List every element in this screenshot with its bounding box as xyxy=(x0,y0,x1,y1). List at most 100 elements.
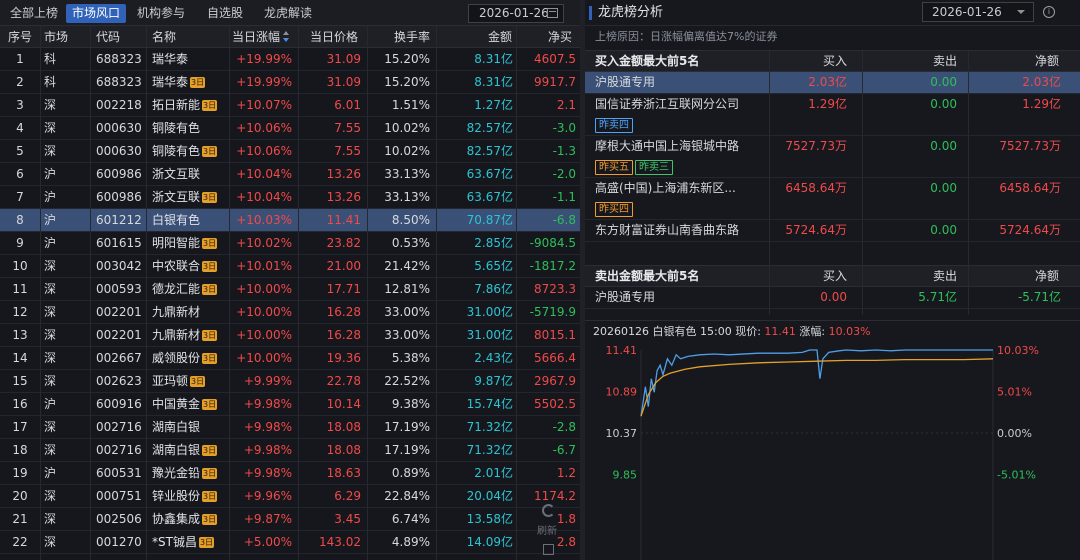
broker-row[interactable]: 高盛(中国)上海浦东新区... 6458.64万 0.00 6458.64万 昨买四 xyxy=(585,178,1080,220)
row-market: 深 xyxy=(44,121,57,135)
three-day-badge: 3日 xyxy=(202,468,218,479)
row-change: +10.07% xyxy=(236,98,292,112)
table-row[interactable]: 20 深 000751 锌业股份 3日 +9.96% 6.29 22.84% 20.04亿 117… xyxy=(0,485,580,508)
table-row[interactable]: 21 深 002506 协鑫集成 3日 +9.87% 3.45 6.74% 13.58亿 1.8 xyxy=(0,508,580,531)
col-header-price[interactable]: 当日价格 xyxy=(310,26,358,48)
row-code: 600986 xyxy=(96,167,142,181)
table-row[interactable]: 7 沪 600986 浙文互联 3日 +10.04% 13.26 33.13% 63.67亿 -1… xyxy=(0,186,580,209)
table-row[interactable]: 14 深 002667 威领股份 3日 +10.00% 19.36 5.38% 2.43亿 566… xyxy=(0,347,580,370)
table-row[interactable]: 2 科 688323 瑞华泰 3日 +19.99% 31.09 15.20% 8.31亿 9917… xyxy=(0,71,580,94)
chart-header: 20260126 白银有色 15:00 现价: 11.41 涨幅: 10.03% xyxy=(585,320,1080,342)
date-picker[interactable]: 2026-01-26 xyxy=(468,4,564,23)
row-price: 13.26 xyxy=(326,167,361,181)
intraday-chart[interactable]: 11.41 10.03% 10.89 5.01% 10.37 0.00% 9.85 -5.01… xyxy=(585,342,1080,560)
table-row[interactable]: 6 沪 600986 浙文互联 +10.04% 13.26 33.13% 63.67亿 -2.0 xyxy=(0,163,580,186)
row-turnover: 33.00% xyxy=(384,305,430,319)
table-row[interactable]: 12 深 002201 九鼎新材 +10.00% 16.28 33.00% 31.00亿 -57… xyxy=(0,301,580,324)
row-change: +10.06% xyxy=(236,121,292,135)
col-header-index[interactable]: 序号 xyxy=(0,26,40,48)
refresh-button[interactable]: 刷新 xyxy=(534,504,564,560)
col-header-net[interactable]: 净买 xyxy=(548,26,572,48)
broker-row[interactable]: 沪股通专用 2.03亿 0.00 2.03亿 xyxy=(585,72,1080,94)
row-index: 16 xyxy=(12,397,28,411)
sell-col-net: 净额 xyxy=(1035,269,1060,283)
broker-row[interactable]: 国信证券浙江互联网分公司 1.29亿 0.00 1.29亿 昨卖四 xyxy=(585,94,1080,136)
row-index: 11 xyxy=(12,282,28,296)
row-turnover: 17.19% xyxy=(384,443,430,457)
row-turnover: 1.51% xyxy=(391,98,430,112)
table-row[interactable]: 1 科 688323 瑞华泰 +19.99% 31.09 15.20% 8.31亿 4607.5 xyxy=(0,48,580,71)
row-code: 000751 xyxy=(96,489,142,503)
history-tag: 昨卖四 xyxy=(595,118,633,133)
row-index: 20 xyxy=(12,489,28,503)
table-row[interactable]: 10 深 003042 中农联合 3日 +10.01% 21.00 21.42% 5.65亿 -1… xyxy=(0,255,580,278)
table-row[interactable]: 16 沪 600916 中国黄金 3日 +9.98% 10.14 9.38% 15.74亿 550… xyxy=(0,393,580,416)
table-row[interactable]: 17 深 002716 湖南白银 +9.98% 18.08 17.19% 71.32亿 -2.8 xyxy=(0,416,580,439)
tab-lhb-interpret[interactable]: 龙虎解读 xyxy=(258,4,318,23)
table-row[interactable]: 13 深 002201 九鼎新材 3日 +10.00% 16.28 33.00% 31.00亿 8… xyxy=(0,324,580,347)
analysis-date-select[interactable]: 2026-01-26 xyxy=(922,2,1034,22)
row-price: 7.55 xyxy=(334,121,361,135)
table-row[interactable]: 3 深 002218 拓日新能 3日 +10.07% 6.01 1.51% 1.27亿 2.1 xyxy=(0,94,580,117)
col-header-turnover[interactable]: 换手率 xyxy=(394,26,430,48)
row-turnover: 15.20% xyxy=(384,52,430,66)
broker-name: 东方财富证券山南香曲东路 xyxy=(595,223,740,237)
col-header-change[interactable]: 当日涨幅 xyxy=(232,26,290,48)
row-turnover: 6.74% xyxy=(391,512,430,526)
three-day-badge: 3日 xyxy=(202,261,218,272)
row-code: 003042 xyxy=(96,259,142,273)
row-name: 九鼎新材 xyxy=(152,328,201,342)
refresh-label: 刷新 xyxy=(537,526,557,537)
three-day-badge: 3日 xyxy=(202,100,218,111)
row-net: -1.1 xyxy=(552,190,576,204)
analysis-title: 龙虎榜分析 xyxy=(598,5,664,20)
col-header-code[interactable]: 代码 xyxy=(96,26,120,48)
row-amount: 2.43亿 xyxy=(474,351,513,365)
col-header-name[interactable]: 名称 xyxy=(152,26,176,48)
row-price: 16.28 xyxy=(326,328,361,342)
calendar-icon[interactable] xyxy=(547,8,558,18)
table-row[interactable]: 4 深 000630 铜陵有色 +10.06% 7.55 10.02% 82.57亿 -3.0 xyxy=(0,117,580,140)
table-row[interactable]: 11 深 000593 德龙汇能 3日 +10.00% 17.71 12.81% 7.86亿 87… xyxy=(0,278,580,301)
broker-row[interactable]: 东方财富证券山南香曲东路 5724.64万 0.00 5724.64万 xyxy=(585,220,1080,242)
row-amount: 1.27亿 xyxy=(474,98,513,112)
info-icon[interactable]: i xyxy=(1043,6,1055,18)
table-row[interactable]: 19 沪 600531 豫光金铅 3日 +9.98% 18.63 0.89% 2.01亿 1.2 xyxy=(0,462,580,485)
edit-icon[interactable] xyxy=(543,544,554,555)
chevron-down-icon xyxy=(1017,10,1025,14)
table-row[interactable]: 8 沪 601212 白银有色 +10.03% 11.41 8.50% 70.87亿 -6.8 xyxy=(0,209,580,232)
col-header-market[interactable]: 市场 xyxy=(44,26,68,48)
row-name-cell: 浙文互联 xyxy=(152,163,232,185)
row-net: 4607.5 xyxy=(534,52,576,66)
broker-buy: 2.03亿 xyxy=(808,75,847,89)
row-name-cell: 中农联合 3日 xyxy=(152,255,232,277)
tab-institution[interactable]: 机构参与 xyxy=(131,4,191,23)
col-header-amount[interactable]: 金额 xyxy=(488,26,512,48)
tab-watchlist[interactable]: 自选股 xyxy=(201,4,249,23)
avg-price-line xyxy=(640,358,994,417)
row-amount: 13.58亿 xyxy=(466,512,513,526)
sell-col-buy: 买入 xyxy=(823,269,848,283)
row-turnover: 33.00% xyxy=(384,328,430,342)
row-code: 600986 xyxy=(96,190,142,204)
sort-icon[interactable] xyxy=(283,31,290,42)
row-market: 深 xyxy=(44,259,57,273)
table-row[interactable]: 15 深 002623 亚玛顿 3日 +9.99% 22.78 22.52% 9.87亿 2967… xyxy=(0,370,580,393)
tab-market-hot[interactable]: 市场风口 xyxy=(66,4,127,23)
table-row[interactable]: 18 深 002716 湖南白银 3日 +9.98% 18.08 17.19% 71.32亿 -6… xyxy=(0,439,580,462)
table-row[interactable]: 5 深 000630 铜陵有色 3日 +10.06% 7.55 10.02% 82.57亿 -1.… xyxy=(0,140,580,163)
date-picker-value: 2026-01-26 xyxy=(479,6,549,20)
row-amount: 5.65亿 xyxy=(474,259,513,273)
row-code: 001270 xyxy=(96,535,142,549)
row-net: -9084.5 xyxy=(529,236,576,250)
broker-buy: 7527.73万 xyxy=(785,139,847,153)
broker-row[interactable]: 沪股通专用 0.00 5.71亿 -5.71亿 xyxy=(585,287,1080,309)
tab-all[interactable]: 全部上榜 xyxy=(4,4,64,23)
three-day-badge: 3日 xyxy=(202,399,218,410)
table-row[interactable]: 9 沪 601615 明阳智能 3日 +10.02% 23.82 0.53% 2.85亿 -908… xyxy=(0,232,580,255)
row-name: 德龙汇能 xyxy=(152,282,201,296)
broker-row[interactable]: 摩根大通中国上海银城中路 7527.73万 0.00 7527.73万 昨买五 昨卖三 xyxy=(585,136,1080,178)
table-row[interactable]: 22 深 001270 *ST铖昌 3日 +5.00% 143.02 4.89% 14.09亿 2… xyxy=(0,531,580,554)
row-amount: 20.04亿 xyxy=(466,489,513,503)
row-market: 沪 xyxy=(44,190,57,204)
